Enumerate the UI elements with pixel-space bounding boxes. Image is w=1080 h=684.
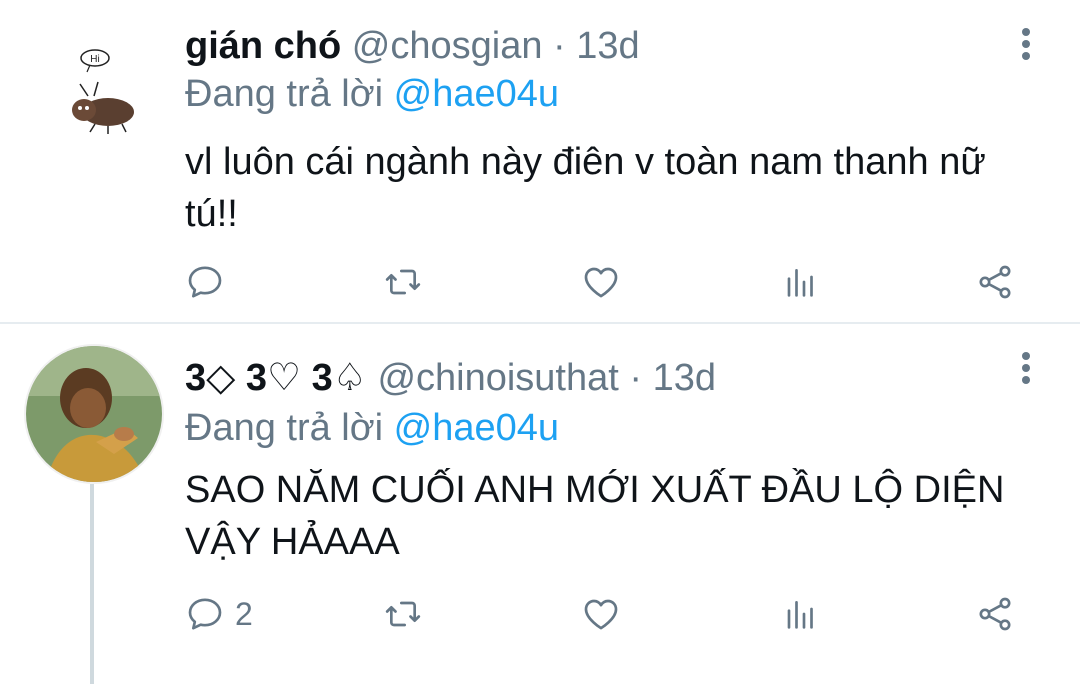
tweet[interactable]: Hi gián chó @chosgian · 13d Đang trả lời… [0, 0, 1080, 324]
tweet-header: 3◇ 3♡ 3♤ @chinoisuthat · 13d [185, 356, 716, 400]
tweet-text: SAO NĂM CUỐI ANH MỚI XUẤT ĐẦU LỘ DIỆN VẬ… [185, 469, 1005, 563]
comment-icon [188, 598, 222, 630]
retweet-icon [385, 269, 421, 295]
mention-link[interactable]: @hae04u [394, 407, 559, 449]
analytics-button[interactable] [779, 592, 819, 636]
mention-link[interactable]: @hae04u [394, 73, 559, 115]
reply-button[interactable]: 2 [185, 592, 253, 636]
more-vertical-icon [1022, 28, 1030, 36]
more-options-button[interactable] [1020, 28, 1032, 64]
replying-to: Đang trả lời @hae04u [185, 406, 559, 450]
heart-icon [584, 267, 618, 298]
tweet-actions: 2 [185, 592, 1045, 636]
replying-to-label: Đang trả lời [185, 407, 384, 449]
more-options-button[interactable] [1020, 352, 1032, 388]
bar-chart-icon [787, 269, 813, 297]
timestamp[interactable]: 13d [576, 25, 639, 67]
thread-connector [90, 484, 94, 684]
replying-to: Đang trả lời @hae04u [185, 72, 559, 116]
more-vertical-icon [1022, 352, 1030, 360]
bar-chart-icon [787, 601, 813, 629]
separator: · [553, 25, 566, 67]
user-handle[interactable]: @chosgian [352, 25, 543, 67]
tweet-header: gián chó @chosgian · 13d [185, 24, 640, 68]
svg-text:Hi: Hi [90, 54, 99, 65]
timestamp[interactable]: 13d [653, 357, 716, 399]
user-handle[interactable]: @chinoisuthat [377, 357, 618, 399]
tweet-actions [185, 260, 1045, 304]
display-name[interactable]: 3◇ 3♡ 3♤ [185, 357, 367, 399]
like-button[interactable] [581, 592, 621, 636]
photo-avatar-icon [26, 346, 162, 482]
tweet[interactable]: 3◇ 3♡ 3♤ @chinoisuthat · 13d Đang trả lờ… [0, 324, 1080, 684]
reply-count: 2 [235, 595, 253, 632]
retweet-button[interactable] [383, 260, 423, 304]
retweet-button[interactable] [383, 592, 423, 636]
display-name[interactable]: gián chó [185, 25, 341, 67]
share-icon [979, 265, 1011, 299]
replying-to-label: Đang trả lời [185, 73, 384, 115]
share-button[interactable] [975, 260, 1015, 304]
heart-icon [584, 599, 618, 630]
avatar[interactable] [24, 344, 164, 484]
avatar[interactable]: Hi [40, 34, 150, 144]
tweet-text: vl luôn cái ngành này điên v toàn nam th… [185, 141, 986, 235]
share-button[interactable] [975, 592, 1015, 636]
share-icon [979, 597, 1011, 631]
comment-icon [188, 266, 222, 298]
separator: · [629, 357, 643, 399]
reply-button[interactable] [185, 260, 235, 304]
analytics-button[interactable] [779, 260, 819, 304]
retweet-icon [385, 601, 421, 627]
cockroach-avatar-icon: Hi [40, 34, 150, 144]
like-button[interactable] [581, 260, 621, 304]
